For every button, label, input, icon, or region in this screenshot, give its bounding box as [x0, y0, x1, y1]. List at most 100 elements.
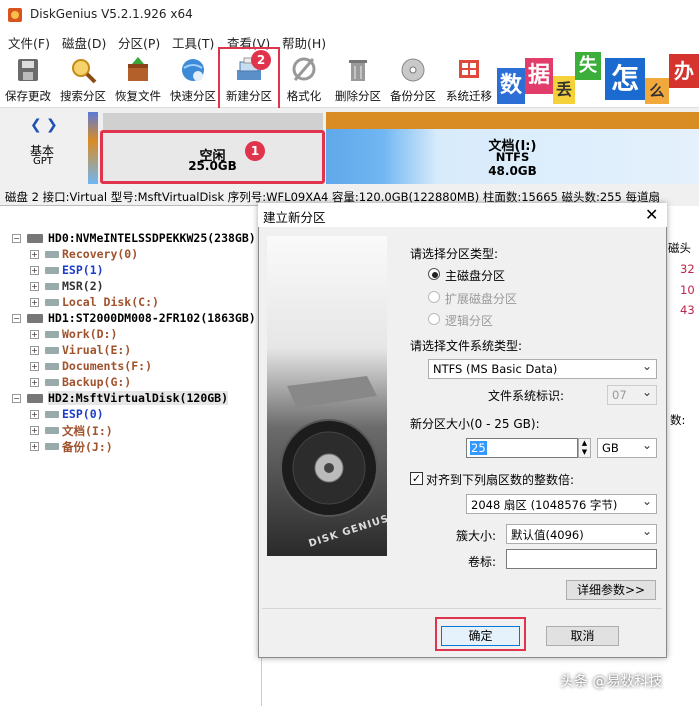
format-label: 格式化: [286, 89, 322, 103]
data-partition-block[interactable]: 文档(I:) NTFS 48.0GB: [326, 129, 699, 184]
align-checkbox[interactable]: ✓: [410, 472, 423, 485]
tree-partition-row[interactable]: + 备份(J:): [0, 438, 262, 454]
menu-help[interactable]: 帮助(H): [282, 33, 326, 52]
cluster-size-select[interactable]: 默认值(4096): [506, 524, 657, 544]
banner-char-3: 丢: [553, 76, 575, 104]
tree-item-label: Backup(G:): [62, 375, 132, 389]
extended-partition-label: 扩展磁盘分区: [445, 292, 518, 306]
size-unit-select[interactable]: GB: [597, 438, 657, 458]
tree-expander-icon[interactable]: −: [12, 234, 21, 243]
tree-item-label: HD1:ST2000DM008-2FR102(1863GB): [48, 311, 256, 325]
partition-icon: [45, 283, 59, 290]
tree-disk-row[interactable]: − HD2:MsftVirtualDisk(120GB): [0, 390, 262, 406]
tree-item-label: MSR(2): [62, 279, 104, 293]
tree-expander-icon[interactable]: +: [30, 250, 39, 259]
tree-expander-icon[interactable]: +: [30, 426, 39, 435]
delete-partition-button[interactable]: 删除分区: [331, 52, 385, 106]
tree-partition-row[interactable]: + Work(D:): [0, 326, 262, 342]
ok-button[interactable]: 确定: [441, 626, 520, 646]
partition-icon: [45, 427, 59, 434]
tree-expander-icon[interactable]: +: [30, 298, 39, 307]
recovery-banner[interactable]: 数 据 丢 失 怎 么 办: [497, 52, 699, 106]
tree-partition-row[interactable]: + Recovery(0): [0, 246, 262, 262]
step-badge-1: 1: [245, 141, 265, 161]
tree-partition-row[interactable]: + 文档(I:): [0, 422, 262, 438]
free-space-header: [103, 113, 323, 131]
system-migrate-button[interactable]: 系统迁移: [442, 52, 496, 106]
volume-label-label: 卷标:: [468, 555, 497, 569]
format-button[interactable]: 格式化: [281, 52, 327, 106]
cancel-button[interactable]: 取消: [546, 626, 619, 646]
fs-type-label: 请选择文件系统类型:: [410, 339, 523, 353]
app-logo-icon: [8, 8, 22, 22]
search-partition-button[interactable]: 搜索分区: [56, 52, 110, 106]
tree-partition-row[interactable]: + Local Disk(C:): [0, 294, 262, 310]
prev-disk-arrow-icon[interactable]: ❮: [30, 117, 42, 133]
trash-icon: [349, 60, 367, 81]
hard-disk-icon: [27, 234, 43, 243]
partition-icon: [45, 251, 59, 258]
tree-expander-icon[interactable]: +: [30, 346, 39, 355]
tree-partition-row[interactable]: + ESP(1): [0, 262, 262, 278]
volume-label-input[interactable]: [506, 549, 657, 569]
dialog-separator: [262, 608, 662, 609]
dialog-close-icon[interactable]: ✕: [645, 205, 661, 224]
menu-disk[interactable]: 磁盘(D): [62, 33, 106, 52]
next-disk-arrow-icon[interactable]: ❯: [46, 117, 58, 133]
tree-partition-row[interactable]: + ESP(0): [0, 406, 262, 422]
tree-expander-icon[interactable]: +: [30, 282, 39, 291]
backup-partition-button[interactable]: 备份分区: [386, 52, 440, 106]
free-space-block[interactable]: 空闲 25.0GB: [100, 130, 325, 184]
size-input[interactable]: 25: [466, 438, 578, 458]
fs-id-select[interactable]: 07: [607, 385, 657, 405]
heads-value-3: 43: [680, 303, 695, 317]
save-changes-button[interactable]: 保存更改: [2, 52, 54, 106]
tree-expander-icon[interactable]: +: [30, 330, 39, 339]
restore-files-label: 恢复文件: [115, 89, 161, 103]
tree-partition-row[interactable]: + Backup(G:): [0, 374, 262, 390]
banner-char-7: 办: [669, 54, 699, 88]
tree-partition-row[interactable]: + Virual(E:): [0, 342, 262, 358]
tree-expander-icon[interactable]: +: [30, 266, 39, 275]
logical-partition-label: 逻辑分区: [445, 314, 494, 328]
size-spinner[interactable]: ▲ ▼: [578, 438, 591, 458]
tree-expander-icon[interactable]: +: [30, 410, 39, 419]
tree-expander-icon[interactable]: −: [12, 394, 21, 403]
quick-partition-button[interactable]: 快速分区: [166, 52, 220, 106]
tree-expander-icon[interactable]: +: [30, 378, 39, 387]
tree-item-label: Recovery(0): [62, 247, 139, 261]
align-select[interactable]: 2048 扇区 (1048576 字节): [466, 494, 657, 514]
esp-partition-sliver[interactable]: [88, 112, 98, 184]
banner-char-6: 么: [645, 78, 669, 104]
tree-item-label: 备份(J:): [62, 440, 113, 454]
tree-disk-row[interactable]: − HD1:ST2000DM008-2FR102(1863GB): [0, 310, 262, 326]
details-note: 数:: [670, 413, 686, 427]
tree-expander-icon[interactable]: +: [30, 362, 39, 371]
fs-type-select[interactable]: NTFS (MS Basic Data): [428, 359, 657, 379]
menu-file[interactable]: 文件(F): [8, 33, 50, 52]
menu-tools[interactable]: 工具(T): [172, 33, 214, 52]
window-title: DiskGenius V5.2.1.926 x64: [30, 7, 193, 21]
size-label: 新分区大小(0 - 25 GB):: [410, 417, 540, 431]
extended-partition-radio[interactable]: [428, 291, 440, 303]
tree-partition-row[interactable]: + MSR(2): [0, 278, 262, 294]
tree-expander-icon[interactable]: +: [30, 442, 39, 451]
menu-partition[interactable]: 分区(P): [118, 33, 160, 52]
tree-expander-icon[interactable]: −: [12, 314, 21, 323]
banner-char-1: 数: [497, 68, 525, 104]
primary-partition-radio[interactable]: [428, 268, 440, 280]
tree-item-label: Virual(E:): [62, 343, 132, 357]
tree-disk-row[interactable]: − HD0:NVMeINTELSSDPEKKW25(238GB): [0, 230, 262, 246]
tree-item-label: Documents(F:): [62, 359, 153, 373]
restore-files-button[interactable]: 恢复文件: [111, 52, 165, 106]
fs-id-label: 文件系统标识:: [488, 389, 565, 403]
tree-item-label: Work(D:): [62, 327, 118, 341]
details-button[interactable]: 详细参数>>: [566, 580, 656, 600]
magnifier-icon: [72, 59, 97, 84]
tree-item-label: HD2:MsftVirtualDisk(120GB): [48, 391, 229, 405]
tree-partition-row[interactable]: + Documents(F:): [0, 358, 262, 374]
tree-item-label: Local Disk(C:): [62, 295, 159, 309]
backup-partition-label: 备份分区: [390, 89, 436, 103]
dialog-title: 建立新分区: [263, 210, 326, 225]
logical-partition-radio[interactable]: [428, 313, 440, 325]
